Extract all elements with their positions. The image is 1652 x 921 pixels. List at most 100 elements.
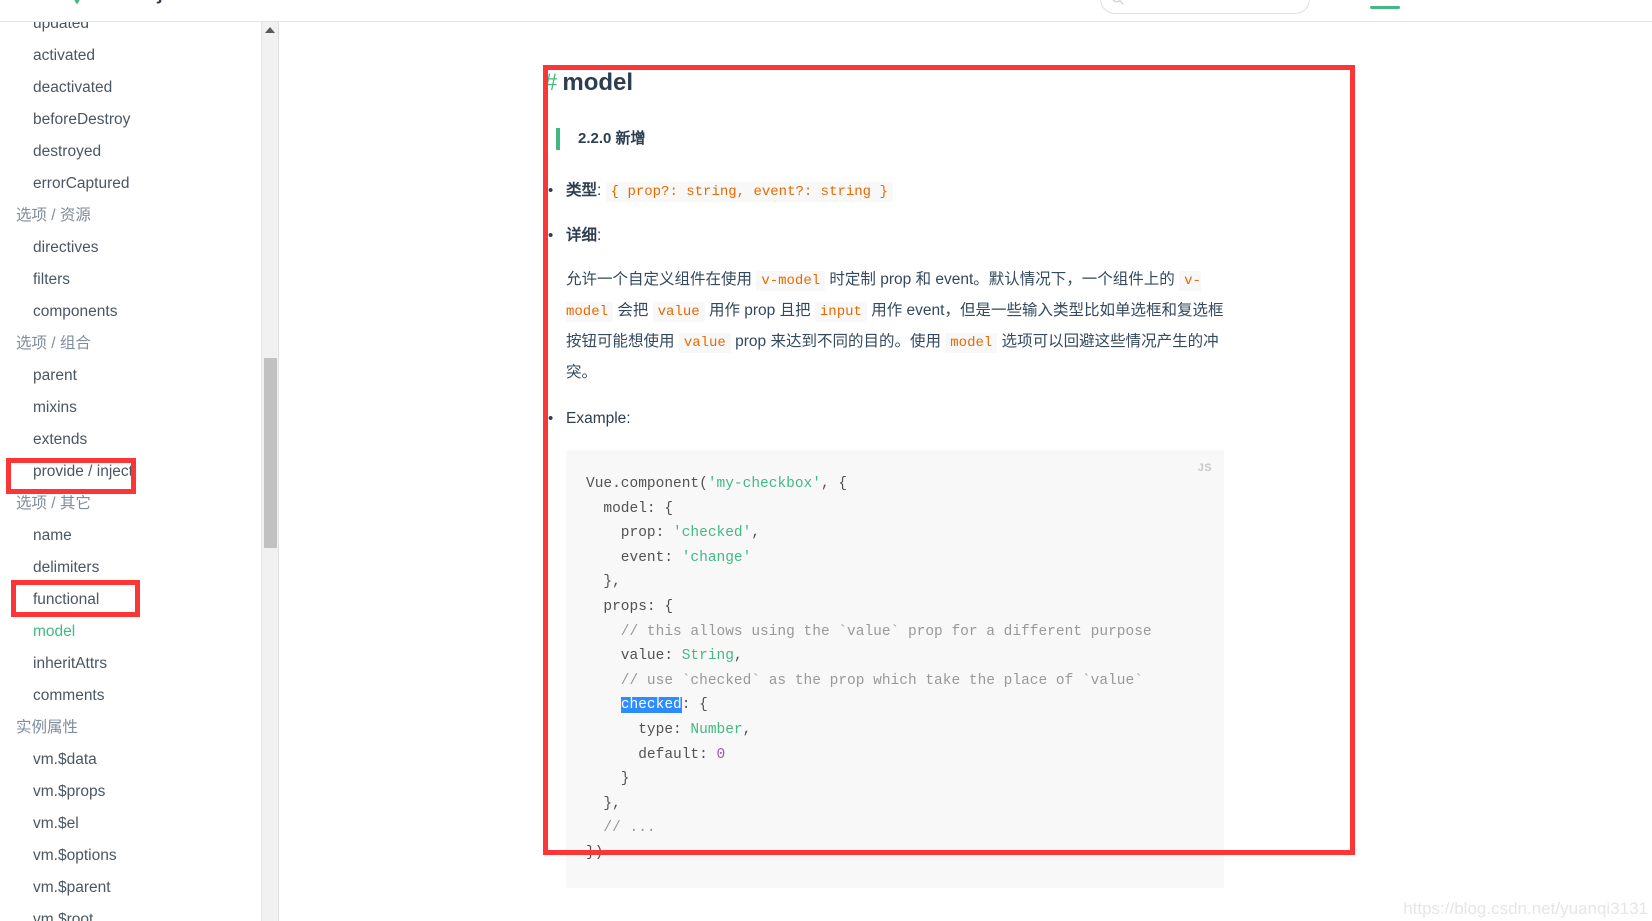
- sidebar-item-comments[interactable]: comments: [0, 680, 262, 712]
- version-note: 2.2.0 新增: [556, 128, 1356, 150]
- page-root: Vue.js 学习 生态系统 团队 资源 updated activated d…: [0, 0, 1652, 921]
- code-line-4: event: 'change': [586, 549, 752, 566]
- code-type-string: String: [681, 648, 734, 665]
- sidebar-item-updated[interactable]: updated: [0, 22, 262, 40]
- sidebar-item-vm-el[interactable]: vm.$el: [0, 808, 262, 840]
- sidebar-item-mixins[interactable]: mixins: [0, 392, 262, 424]
- sidebar-item-beforedestroy[interactable]: beforeDestroy: [0, 104, 262, 136]
- detail-code-input: input: [814, 302, 867, 322]
- type-signature-code: { prop?: string, event?: string }: [605, 182, 893, 202]
- detail-label: 详细: [566, 227, 598, 244]
- sidebar-item-destroyed[interactable]: destroyed: [0, 136, 262, 168]
- detail-text-p1: 允许一个自定义组件在使用: [566, 271, 757, 288]
- search-icon: [1112, 0, 1124, 5]
- code-line-9: // use `checked` as the prop which take …: [586, 672, 1143, 689]
- code-line-2: model: {: [586, 500, 674, 517]
- sidebar-item-directives[interactable]: directives: [0, 232, 262, 264]
- sidebar-item-vm-data[interactable]: vm.$data: [0, 744, 262, 776]
- scroll-up-arrow-icon[interactable]: [265, 27, 275, 33]
- list-item-example: Example: JS Vue.component('my-checkbox',…: [548, 406, 1356, 888]
- code-string-change: 'change': [681, 549, 752, 566]
- doc-article: #model 2.2.0 新增 类型: { prop?: string, eve…: [544, 68, 1356, 906]
- sidebar-item-vm-props[interactable]: vm.$props: [0, 776, 262, 808]
- example-label: Example:: [566, 410, 631, 427]
- sidebar-group-options-assets[interactable]: 选项 / 资源: [0, 200, 262, 232]
- scrollbar-thumb[interactable]: [264, 358, 277, 548]
- detail-code-value-1: value: [652, 302, 705, 322]
- type-label: 类型: [566, 182, 598, 199]
- detail-colon: :: [597, 227, 602, 244]
- sidebar-group-instance-props[interactable]: 实例属性: [0, 712, 262, 744]
- sidebar-item-vm-options[interactable]: vm.$options: [0, 840, 262, 872]
- search-box[interactable]: [1100, 0, 1310, 14]
- code-line-11: type: Number,: [586, 721, 752, 738]
- code-line-10: checked: {: [620, 697, 708, 714]
- sidebar-item-vm-parent[interactable]: vm.$parent: [0, 872, 262, 904]
- sidebar-item-inheritattrs[interactable]: inheritAttrs: [0, 648, 262, 680]
- detail-paragraph: 允许一个自定义组件在使用 v-model 时定制 prop 和 event。默认…: [566, 265, 1226, 388]
- sidebar-group-options-composition[interactable]: 选项 / 组合: [0, 328, 262, 360]
- site-header: Vue.js 学习 生态系统 团队 资源: [0, 0, 1652, 22]
- selected-text-checked: checked: [620, 697, 682, 714]
- code-line-14: },: [586, 795, 621, 812]
- main-nav: 学习 生态系统 团队 资源: [1370, 0, 1622, 9]
- nav-item-resources[interactable]: 资源: [1592, 0, 1622, 9]
- sidebar-scrollbar[interactable]: [262, 22, 279, 921]
- code-line-5: },: [586, 574, 621, 591]
- main-content: #model 2.2.0 新增 类型: { prop?: string, eve…: [280, 22, 1652, 921]
- sidebar-item-delimiters[interactable]: delimiters: [0, 552, 262, 584]
- code-language-badge: JS: [1197, 462, 1212, 474]
- sidebar-item-functional[interactable]: functional: [0, 584, 262, 616]
- code-string-my-checkbox: 'my-checkbox': [707, 476, 821, 492]
- code-line-13: }: [586, 771, 630, 788]
- detail-text-p3: 会把: [613, 302, 653, 319]
- code-block: JS Vue.component('my-checkbox', { model:…: [566, 450, 1224, 888]
- vue-logo-icon: [74, 0, 80, 5]
- sidebar-item-parent[interactable]: parent: [0, 360, 262, 392]
- code-string-checked: 'checked': [673, 525, 752, 542]
- nav-item-team[interactable]: 团队: [1528, 0, 1558, 9]
- code-line-6: props: {: [586, 598, 674, 615]
- page-title: # model: [544, 68, 1356, 98]
- list-item-detail: 详细: 允许一个自定义组件在使用 v-model 时定制 prop 和 even…: [548, 223, 1356, 388]
- code-line-8: value: String,: [586, 648, 743, 665]
- detail-code-model: model: [945, 333, 998, 353]
- brand-logo-area[interactable]: Vue.js: [60, 0, 177, 5]
- page-title-text: model: [562, 69, 634, 96]
- sidebar-item-extends[interactable]: extends: [0, 424, 262, 456]
- code-line-1: Vue.component('my-checkbox', {: [586, 476, 848, 492]
- code-number-zero: 0: [716, 746, 726, 763]
- watermark: https://blog.csdn.net/yuanqi3131: [1403, 899, 1648, 918]
- doc-bullet-list: 类型: { prop?: string, event?: string } 详细…: [544, 178, 1356, 888]
- sidebar-item-vm-root[interactable]: vm.$root: [0, 904, 262, 921]
- brand-name: Vue.js: [104, 0, 177, 5]
- detail-text-p2: 时定制 prop 和 event。默认情况下，一个组件上的: [825, 271, 1180, 288]
- code-line-16: }): [586, 844, 604, 861]
- code-line-7: // this allows using the `value` prop fo…: [586, 623, 1152, 640]
- code-line-12: default: 0: [586, 746, 726, 763]
- sidebar-item-errorcaptured[interactable]: errorCaptured: [0, 168, 262, 200]
- sidebar: updated activated deactivated beforeDest…: [0, 22, 262, 921]
- nav-item-learn[interactable]: 学习: [1370, 0, 1401, 9]
- sidebar-group-options-misc[interactable]: 选项 / 其它: [0, 488, 262, 520]
- nav-item-ecosystem[interactable]: 生态系统: [1434, 0, 1494, 9]
- detail-code-vmodel-1: v-model: [756, 271, 826, 291]
- search-input[interactable]: [1125, 0, 1285, 8]
- sidebar-item-components[interactable]: components: [0, 296, 262, 328]
- sidebar-list: updated activated deactivated beforeDest…: [0, 22, 262, 921]
- detail-text-p4: 用作 prop 且把: [704, 302, 815, 319]
- code-line-15: // ...: [586, 820, 656, 837]
- sidebar-item-provide-inject[interactable]: provide / inject: [0, 456, 262, 488]
- detail-text-p6: prop 来达到不同的目的。使用: [730, 333, 946, 350]
- code-content[interactable]: Vue.component('my-checkbox', { model: { …: [566, 450, 1224, 888]
- sidebar-item-filters[interactable]: filters: [0, 264, 262, 296]
- code-line-3: prop: 'checked',: [586, 525, 761, 542]
- sidebar-item-model[interactable]: model: [0, 616, 262, 648]
- sidebar-item-name[interactable]: name: [0, 520, 262, 552]
- sidebar-item-activated[interactable]: activated: [0, 40, 262, 72]
- detail-code-value-2: value: [678, 333, 731, 353]
- sidebar-item-deactivated[interactable]: deactivated: [0, 72, 262, 104]
- type-colon: :: [597, 182, 602, 199]
- list-item-type: 类型: { prop?: string, event?: string }: [548, 178, 1356, 205]
- heading-anchor-hash: #: [544, 69, 558, 96]
